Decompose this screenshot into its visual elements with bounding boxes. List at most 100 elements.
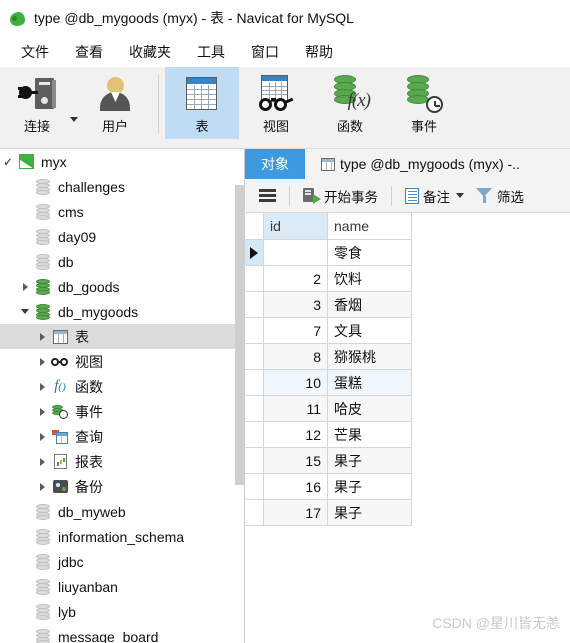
tree-node-db[interactable]: db <box>0 249 244 274</box>
tree-node-cms[interactable]: cms <box>0 199 244 224</box>
menu-tools[interactable]: 工具 <box>184 40 238 64</box>
tree-node-备份[interactable]: 备份 <box>0 474 244 499</box>
tree-node-表[interactable]: 表 <box>0 324 244 349</box>
toolbar-event-button[interactable]: 事件 <box>387 67 461 139</box>
cell-id[interactable]: 15 <box>264 448 328 474</box>
cell-name[interactable]: 果子 <box>328 500 412 526</box>
chevron-right-icon[interactable] <box>34 482 50 491</box>
cell-id[interactable]: 11 <box>264 396 328 422</box>
row-selector-cell[interactable] <box>245 474 264 500</box>
cell-id[interactable]: 2 <box>264 266 328 292</box>
table-row[interactable]: 17 果子 <box>245 500 570 526</box>
row-selector-cell[interactable] <box>245 240 264 266</box>
toolbar-view-button[interactable]: 视图 <box>239 67 313 139</box>
chevron-right-icon[interactable] <box>34 357 50 366</box>
grid-header-name[interactable]: name <box>328 213 412 240</box>
sidebar-scrollbar-thumb[interactable] <box>235 185 244 485</box>
table-row[interactable]: 3 香烟 <box>245 292 570 318</box>
menu-help[interactable]: 帮助 <box>292 40 346 64</box>
tree-node-lyb[interactable]: lyb <box>0 599 244 624</box>
object-tree-sidebar[interactable]: ✓ myx challenges cms day09 db db_goods db_mygoo… <box>0 149 245 643</box>
toolbar-connection-button[interactable]: 连接 <box>0 67 74 139</box>
tree-node-查询[interactable]: 查询 <box>0 424 244 449</box>
row-selector-cell[interactable] <box>245 344 264 370</box>
cell-name[interactable]: 文具 <box>328 318 412 344</box>
grid-menu-button[interactable] <box>255 189 280 202</box>
cell-name[interactable]: 零食 <box>328 240 412 266</box>
chevron-right-icon[interactable] <box>34 407 50 416</box>
toolbar-table-button[interactable]: 表 <box>165 67 239 139</box>
row-selector-cell[interactable] <box>245 370 264 396</box>
row-selector-cell[interactable] <box>245 448 264 474</box>
chevron-down-icon[interactable] <box>17 309 33 314</box>
tree-node-db_goods[interactable]: db_goods <box>0 274 244 299</box>
cell-name[interactable]: 猕猴桃 <box>328 344 412 370</box>
row-selector-cell[interactable] <box>245 422 264 448</box>
connection-dropdown-caret-icon[interactable] <box>70 117 78 122</box>
note-dropdown-caret-icon[interactable] <box>456 193 464 198</box>
menu-favorites[interactable]: 收藏夹 <box>116 40 184 64</box>
row-selector-cell[interactable] <box>245 266 264 292</box>
table-row[interactable]: 1 零食 <box>245 240 570 266</box>
row-selector-cell[interactable] <box>245 500 264 526</box>
note-button[interactable]: 备注 <box>401 186 468 206</box>
cell-id[interactable]: 8 <box>264 344 328 370</box>
data-grid[interactable]: id name 1 零食 2 饮料 3 香烟 7 文具 8 猕猴桃 10 蛋糕 11 哈皮 12 芒果 15 果子… <box>245 213 570 643</box>
table-row[interactable]: 8 猕猴桃 <box>245 344 570 370</box>
chevron-right-icon[interactable] <box>34 332 50 341</box>
table-row[interactable]: 12 芒果 <box>245 422 570 448</box>
check-icon[interactable]: ✓ <box>0 156 16 168</box>
tree-node-db_myweb[interactable]: db_myweb <box>0 499 244 524</box>
cell-name[interactable]: 哈皮 <box>328 396 412 422</box>
cell-name[interactable]: 果子 <box>328 474 412 500</box>
cell-id[interactable]: 7 <box>264 318 328 344</box>
cell-name[interactable]: 香烟 <box>328 292 412 318</box>
table-row[interactable]: 11 哈皮 <box>245 396 570 422</box>
sidebar-scrollbar[interactable] <box>235 149 244 643</box>
tree-node-jdbc[interactable]: jdbc <box>0 549 244 574</box>
tab-table-data[interactable]: type @db_mygoods (myx) -.. <box>305 149 536 179</box>
row-selector-cell[interactable] <box>245 318 264 344</box>
tab-objects[interactable]: 对象 <box>245 149 305 179</box>
chevron-right-icon[interactable] <box>34 432 50 441</box>
table-row[interactable]: 7 文具 <box>245 318 570 344</box>
chevron-right-icon[interactable] <box>34 457 50 466</box>
chevron-right-icon[interactable] <box>34 382 50 391</box>
begin-transaction-button[interactable]: 开始事务 <box>299 186 382 206</box>
table-row[interactable]: 16 果子 <box>245 474 570 500</box>
toolbar-user-button[interactable]: 用户 <box>78 67 152 139</box>
table-row[interactable]: 15 果子 <box>245 448 570 474</box>
tree-node-db_mygoods[interactable]: db_mygoods <box>0 299 244 324</box>
table-row[interactable]: 10 蛋糕 <box>245 370 570 396</box>
tree-node-myx[interactable]: ✓ myx <box>0 149 244 174</box>
cell-id[interactable]: 17 <box>264 500 328 526</box>
cell-id[interactable]: 16 <box>264 474 328 500</box>
tree-node-information_schema[interactable]: information_schema <box>0 524 244 549</box>
cell-id[interactable]: 10 <box>264 370 328 396</box>
row-selector-cell[interactable] <box>245 396 264 422</box>
tree-node-视图[interactable]: 视图 <box>0 349 244 374</box>
cell-name[interactable]: 饮料 <box>328 266 412 292</box>
menu-file[interactable]: 文件 <box>8 40 62 64</box>
chevron-right-icon[interactable] <box>17 282 33 291</box>
tree-node-事件[interactable]: 事件 <box>0 399 244 424</box>
tree-node-message_board[interactable]: message_board <box>0 624 244 643</box>
cell-name[interactable]: 果子 <box>328 448 412 474</box>
tree-node-day09[interactable]: day09 <box>0 224 244 249</box>
cell-name[interactable]: 蛋糕 <box>328 370 412 396</box>
filter-button[interactable]: 筛选 <box>472 186 528 206</box>
tree-node-liuyanban[interactable]: liuyanban <box>0 574 244 599</box>
table-row[interactable]: 2 饮料 <box>245 266 570 292</box>
grid-header-id[interactable]: id <box>264 213 328 240</box>
toolbar-function-button[interactable]: f(x) 函数 <box>313 67 387 139</box>
row-selector-cell[interactable] <box>245 292 264 318</box>
menu-view[interactable]: 查看 <box>62 40 116 64</box>
cell-id[interactable]: 3 <box>264 292 328 318</box>
cell-id[interactable]: 12 <box>264 422 328 448</box>
cell-name[interactable]: 芒果 <box>328 422 412 448</box>
tree-node-函数[interactable]: f() 函数 <box>0 374 244 399</box>
cell-id[interactable]: 1 <box>264 240 328 266</box>
tree-node-报表[interactable]: 报表 <box>0 449 244 474</box>
menu-window[interactable]: 窗口 <box>238 40 292 64</box>
tree-node-challenges[interactable]: challenges <box>0 174 244 199</box>
